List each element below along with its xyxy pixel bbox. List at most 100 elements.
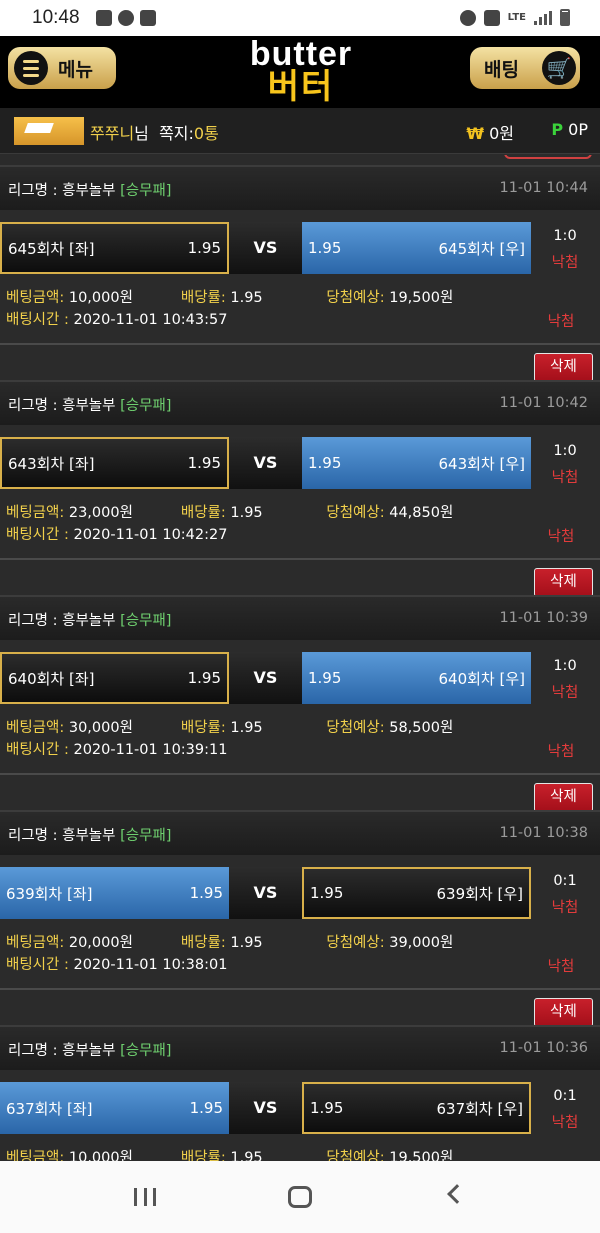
left-team-name: 640회차 [좌] <box>8 669 95 688</box>
bet-datetime: 11-01 10:44 <box>499 180 588 196</box>
match-score: 1:0 <box>553 658 577 674</box>
bet-time-row: 배팅시간 : 2020-11-01 10:38:01 <box>6 953 227 974</box>
bet-history-list[interactable]: 리그명 : 흥부놀부 [승무패] 11-01 10:44 645회차 [좌] 1.95… <box>0 155 600 1161</box>
battery-icon <box>560 9 570 26</box>
rate-label: 배당률: <box>180 505 226 521</box>
right-team-name: 640회차 [우] <box>438 669 525 688</box>
expected-win: 19,500원 <box>389 290 454 306</box>
left-team-option[interactable]: 640회차 [좌] 1.95 <box>0 652 229 704</box>
bet-datetime: 11-01 10:36 <box>499 1040 588 1056</box>
right-team-option[interactable]: 1.95 640회차 [우] <box>302 652 531 704</box>
rate-label: 배당률: <box>180 720 226 736</box>
recent-apps-icon[interactable] <box>134 1188 156 1206</box>
bet-amount: 20,000원 <box>68 935 133 951</box>
note-label: 쪽지: <box>159 124 194 143</box>
left-team-name: 643회차 [좌] <box>8 454 95 473</box>
status-time: 10:48 <box>32 7 80 28</box>
time-label: 배팅시간 : <box>6 312 74 328</box>
left-team-odds: 1.95 <box>189 1099 223 1117</box>
match-score: 1:0 <box>553 228 577 244</box>
bet-summary: 베팅금액: 10,000원 배당률: 1.95 당첨예상: 19,500원 <box>6 1146 596 1161</box>
league-value: 흥부놀부 <box>62 613 116 629</box>
bet-time-row: 배팅시간 : 2020-11-01 10:43:57 <box>6 308 227 329</box>
logo-ko: 버터 <box>267 68 335 106</box>
bet-result: 낙첨 <box>547 314 575 330</box>
delete-button[interactable]: 삭제 <box>534 568 593 597</box>
delete-button[interactable]: 삭제 <box>534 353 593 382</box>
delete-button[interactable]: 삭제 <box>534 998 593 1027</box>
betting-cart-button[interactable]: 배팅 🛒 <box>470 47 580 89</box>
league-value: 흥부놀부 <box>62 183 116 199</box>
cart-icon: 🛒 <box>542 51 576 85</box>
league-label: 리그명 : <box>8 183 63 199</box>
left-team-option[interactable]: 645회차 [좌] 1.95 <box>0 222 229 274</box>
app-notification-icon <box>140 10 156 26</box>
expect-label: 당첨예상: <box>326 935 385 951</box>
time-label: 배팅시간 : <box>6 957 74 973</box>
amount-label: 베팅금액: <box>6 290 65 306</box>
league-label: 리그명 : <box>8 1043 63 1059</box>
divider <box>0 773 600 775</box>
match-row: 637회차 [좌] 1.95 VS 1.95 637회차 [우] 0:1 낙첨 <box>0 1082 600 1134</box>
league-row: 리그명 : 흥부놀부 [승무패] 11-01 10:44 <box>0 165 600 210</box>
league-name: 리그명 : 흥부놀부 [승무패] <box>8 394 171 415</box>
delete-button-partial[interactable] <box>504 155 592 159</box>
left-team-option[interactable]: 643회차 [좌] 1.95 <box>0 437 229 489</box>
left-team-option[interactable]: 637회차 [좌] 1.95 <box>0 1082 229 1134</box>
expected-win: 58,500원 <box>389 720 454 736</box>
points-icon: P <box>551 120 564 139</box>
menu-button[interactable]: 메뉴 <box>8 47 116 89</box>
back-icon[interactable] <box>447 1184 467 1204</box>
game-type-tag: [승무패] <box>120 398 172 414</box>
expect-label: 당첨예상: <box>326 290 385 306</box>
league-value: 흥부놀부 <box>62 1043 116 1059</box>
league-row: 리그명 : 흥부놀부 [승무패] 11-01 10:42 <box>0 380 600 425</box>
vs-label: VS <box>229 867 302 919</box>
divider <box>0 343 600 345</box>
lte-icon: LTE <box>507 12 526 23</box>
match-row: 643회차 [좌] 1.95 VS 1.95 643회차 [우] 1:0 낙첨 <box>0 437 600 489</box>
expect-label: 당첨예상: <box>326 1150 385 1161</box>
league-label: 리그명 : <box>8 613 63 629</box>
bet-amount: 30,000원 <box>68 720 133 736</box>
right-team-option[interactable]: 1.95 645회차 [우] <box>302 222 531 274</box>
match-result: 낙첨 <box>551 900 579 916</box>
home-icon[interactable] <box>288 1186 312 1208</box>
left-team-option[interactable]: 639회차 [좌] 1.95 <box>0 867 229 919</box>
left-team-odds: 1.95 <box>187 239 221 257</box>
right-team-option[interactable]: 1.95 639회차 [우] <box>302 867 531 919</box>
left-team-name: 639회차 [좌] <box>6 884 93 903</box>
expect-label: 당첨예상: <box>326 720 385 736</box>
bet-amount: 10,000원 <box>68 290 133 306</box>
delete-button[interactable]: 삭제 <box>534 783 593 812</box>
time-label: 배팅시간 : <box>6 742 74 758</box>
logo[interactable]: butter 버터 <box>236 35 366 106</box>
bet-result: 낙첨 <box>547 959 575 975</box>
rate-label: 배당률: <box>180 290 226 306</box>
amount-label: 베팅금액: <box>6 935 65 951</box>
level-badge <box>14 117 84 145</box>
right-team-name: 643회차 [우] <box>438 454 525 473</box>
league-name: 리그명 : 흥부놀부 [승무패] <box>8 179 171 200</box>
bet-datetime: 11-01 10:39 <box>499 610 588 626</box>
right-team-option[interactable]: 1.95 643회차 [우] <box>302 437 531 489</box>
right-team-option[interactable]: 1.95 637회차 [우] <box>302 1082 531 1134</box>
game-type-tag: [승무패] <box>120 183 172 199</box>
expect-label: 당첨예상: <box>326 505 385 521</box>
bet-time: 2020-11-01 10:39:11 <box>73 742 228 758</box>
note-link[interactable]: 0통 <box>194 124 219 143</box>
right-team-odds: 1.95 <box>308 454 342 472</box>
logo-en: butter <box>249 35 353 73</box>
menu-icon <box>14 51 48 85</box>
rate-label: 배당률: <box>180 1150 226 1161</box>
amount-label: 베팅금액: <box>6 720 65 736</box>
league-name: 리그명 : 흥부놀부 [승무패] <box>8 1039 171 1060</box>
bet-result: 낙첨 <box>547 529 575 545</box>
time-label: 배팅시간 : <box>6 527 74 543</box>
match-result: 낙첨 <box>551 1115 579 1131</box>
right-team-name: 645회차 [우] <box>438 239 525 258</box>
money-value: 0원 <box>489 124 514 143</box>
bet-datetime: 11-01 10:38 <box>499 825 588 841</box>
game-type-tag: [승무패] <box>120 1043 172 1059</box>
league-name: 리그명 : 흥부놀부 [승무패] <box>8 609 171 630</box>
